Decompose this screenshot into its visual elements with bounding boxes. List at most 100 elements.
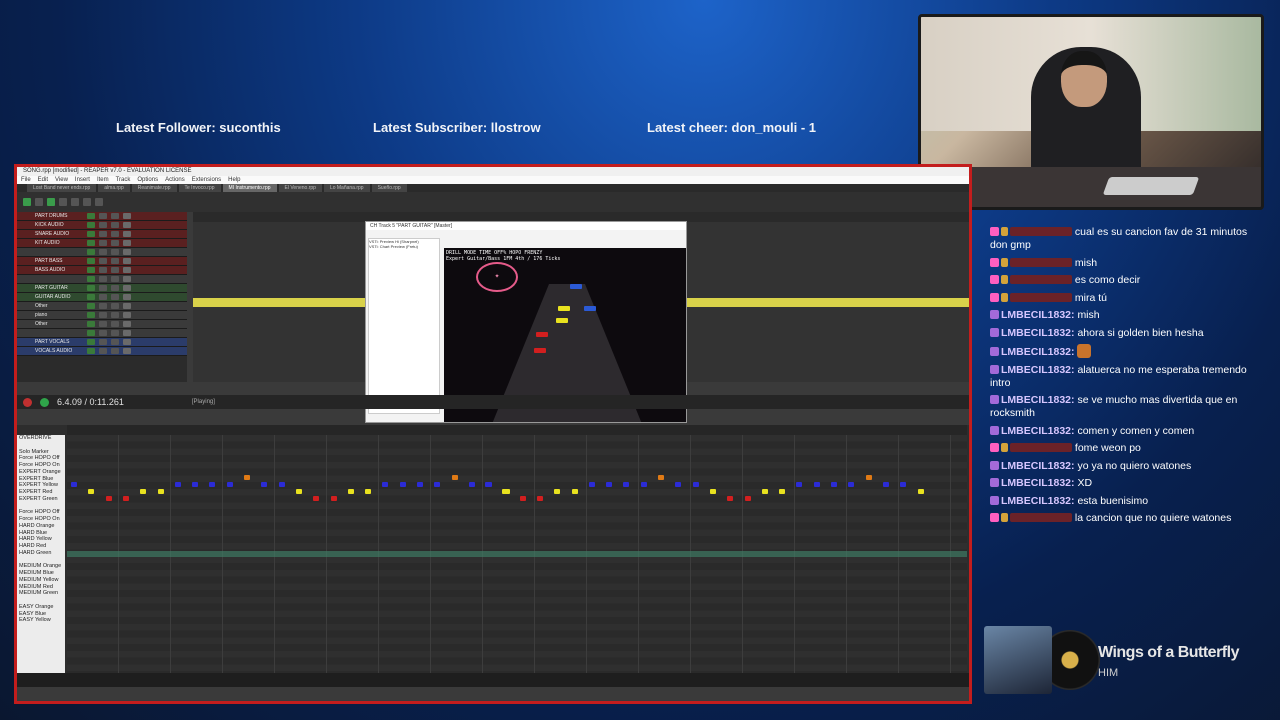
track-button[interactable] bbox=[87, 240, 95, 246]
midi-note[interactable] bbox=[295, 489, 302, 494]
track-row[interactable]: Other bbox=[17, 320, 187, 329]
track-button[interactable] bbox=[87, 249, 95, 255]
midi-note[interactable] bbox=[502, 489, 509, 494]
chat-username[interactable]: LMBECIL1832: bbox=[1001, 495, 1075, 507]
toolbar-button[interactable] bbox=[47, 198, 55, 206]
chat-username[interactable]: LMBECIL1832: bbox=[1001, 460, 1075, 472]
toolbar-button[interactable] bbox=[35, 198, 43, 206]
track-button[interactable] bbox=[111, 294, 119, 300]
toolbar-button[interactable] bbox=[23, 198, 31, 206]
track-row[interactable]: VOCALS AUDIO bbox=[17, 347, 187, 356]
track-button[interactable] bbox=[99, 312, 107, 318]
track-button[interactable] bbox=[87, 213, 95, 219]
midi-note[interactable] bbox=[796, 482, 803, 487]
track-button[interactable] bbox=[123, 303, 131, 309]
track-row[interactable]: PART GUITAR bbox=[17, 284, 187, 293]
midi-note[interactable] bbox=[399, 482, 406, 487]
track-button[interactable] bbox=[99, 348, 107, 354]
track-button[interactable] bbox=[111, 240, 119, 246]
track-button[interactable] bbox=[87, 222, 95, 228]
midi-note[interactable] bbox=[244, 475, 250, 480]
midi-note[interactable] bbox=[365, 489, 372, 494]
midi-note[interactable] bbox=[519, 496, 526, 501]
midi-note[interactable] bbox=[692, 482, 699, 487]
midi-note[interactable] bbox=[174, 482, 181, 487]
track-button[interactable] bbox=[99, 330, 107, 336]
track-button[interactable] bbox=[87, 321, 95, 327]
menu-item-options[interactable]: Options bbox=[137, 176, 158, 184]
chat-username[interactable] bbox=[1010, 292, 1072, 302]
midi-note[interactable] bbox=[347, 489, 354, 494]
track-button[interactable] bbox=[123, 231, 131, 237]
toolbar-button[interactable] bbox=[71, 198, 79, 206]
track-button[interactable] bbox=[123, 258, 131, 264]
midi-note[interactable] bbox=[536, 496, 543, 501]
track-row[interactable] bbox=[17, 329, 187, 338]
track-button[interactable] bbox=[87, 330, 95, 336]
track-button[interactable] bbox=[123, 213, 131, 219]
midi-note[interactable] bbox=[313, 496, 320, 501]
midi-note[interactable] bbox=[831, 482, 837, 487]
midi-note[interactable] bbox=[485, 482, 491, 487]
track-row[interactable]: BASS AUDIO bbox=[17, 266, 187, 275]
toolbar-button[interactable] bbox=[95, 198, 103, 206]
track-button[interactable] bbox=[99, 285, 107, 291]
track-button[interactable] bbox=[87, 312, 95, 318]
midi-note[interactable] bbox=[140, 489, 147, 494]
menu-item-help[interactable]: Help bbox=[228, 176, 240, 184]
track-button[interactable] bbox=[111, 312, 119, 318]
midi-note[interactable] bbox=[554, 489, 561, 494]
track-button[interactable] bbox=[99, 303, 107, 309]
midi-note[interactable] bbox=[468, 482, 475, 487]
track-button[interactable] bbox=[87, 231, 95, 237]
chat-username[interactable]: LMBECIL1832: bbox=[1001, 346, 1075, 358]
midi-note[interactable] bbox=[209, 482, 216, 487]
midi-note[interactable] bbox=[588, 482, 595, 487]
track-button[interactable] bbox=[99, 231, 107, 237]
midi-note[interactable] bbox=[848, 482, 855, 487]
note-grid[interactable] bbox=[67, 435, 967, 687]
record-button[interactable] bbox=[23, 397, 32, 407]
midi-note[interactable] bbox=[865, 475, 872, 480]
menu-item-track[interactable]: Track bbox=[116, 176, 131, 184]
chat-username[interactable]: LMBECIL1832: bbox=[1001, 327, 1075, 339]
project-tab[interactable]: alma.rpp bbox=[98, 184, 130, 192]
track-button[interactable] bbox=[87, 285, 95, 291]
project-tab[interactable]: Lo Mañana.rpp bbox=[323, 184, 370, 192]
track-button[interactable] bbox=[123, 312, 131, 318]
track-button[interactable] bbox=[87, 267, 95, 273]
midi-note[interactable] bbox=[640, 482, 647, 487]
track-button[interactable] bbox=[123, 321, 131, 327]
track-button[interactable] bbox=[111, 231, 119, 237]
track-row[interactable] bbox=[17, 275, 187, 284]
track-button[interactable] bbox=[123, 249, 131, 255]
track-row[interactable]: PART BASS bbox=[17, 257, 187, 266]
midi-note[interactable] bbox=[261, 482, 268, 487]
track-button[interactable] bbox=[123, 294, 131, 300]
track-button[interactable] bbox=[111, 276, 119, 282]
track-button[interactable] bbox=[111, 222, 119, 228]
midi-note[interactable] bbox=[105, 496, 112, 501]
chat-username[interactable]: LMBECIL1832: bbox=[1001, 477, 1075, 489]
track-button[interactable] bbox=[111, 267, 119, 273]
track-button[interactable] bbox=[87, 294, 95, 300]
track-row[interactable]: piano bbox=[17, 311, 187, 320]
midi-note[interactable] bbox=[761, 489, 768, 494]
track-button[interactable] bbox=[123, 267, 131, 273]
track-button[interactable] bbox=[87, 339, 95, 345]
toolbar-button[interactable] bbox=[59, 198, 67, 206]
midi-note[interactable] bbox=[226, 482, 233, 487]
midi-note[interactable] bbox=[675, 482, 682, 487]
midi-note[interactable] bbox=[882, 482, 889, 487]
chat-username[interactable]: LMBECIL1832: bbox=[1001, 309, 1075, 321]
track-row[interactable]: SNARE AUDIO bbox=[17, 230, 187, 239]
track-button[interactable] bbox=[99, 240, 107, 246]
midi-note[interactable] bbox=[157, 489, 164, 494]
midi-ruler[interactable] bbox=[67, 425, 967, 435]
track-row[interactable] bbox=[17, 248, 187, 257]
track-button[interactable] bbox=[111, 321, 119, 327]
midi-note[interactable] bbox=[623, 482, 630, 487]
midi-note[interactable] bbox=[278, 482, 285, 487]
track-button[interactable] bbox=[87, 348, 95, 354]
track-button[interactable] bbox=[99, 339, 107, 345]
